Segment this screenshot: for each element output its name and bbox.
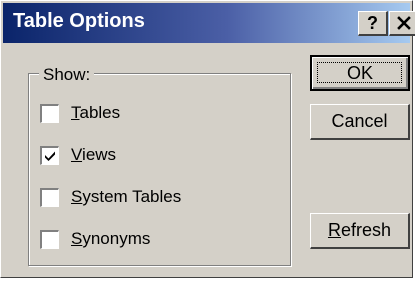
close-button[interactable] <box>389 11 415 36</box>
system-tables-label: System Tables <box>71 187 182 206</box>
close-icon <box>396 16 411 30</box>
ok-button[interactable]: OK <box>310 55 410 91</box>
tables-checkbox[interactable] <box>40 103 59 123</box>
synonyms-checkbox[interactable] <box>40 229 59 249</box>
tables-option[interactable]: Tables <box>40 101 120 125</box>
views-option[interactable]: Views <box>40 143 116 167</box>
checkmark-icon <box>45 151 55 161</box>
refresh-label: Refresh <box>327 220 392 240</box>
system-tables-option[interactable]: System Tables <box>40 185 181 209</box>
table-options-dialog: Table Options ? Show: Tables Views Syste… <box>0 0 415 278</box>
focus-ring <box>317 62 402 83</box>
help-button[interactable]: ? <box>358 11 388 36</box>
show-group-label: Show: <box>39 65 95 85</box>
title-bar[interactable]: Table Options ? <box>3 3 415 43</box>
cancel-label: Cancel <box>331 111 388 131</box>
views-checkbox[interactable] <box>40 145 59 165</box>
views-label: Views <box>71 145 117 164</box>
synonyms-option[interactable]: Synonyms <box>40 227 150 251</box>
system-tables-checkbox[interactable] <box>40 187 59 207</box>
refresh-button[interactable]: Refresh <box>310 213 410 249</box>
cancel-button[interactable]: Cancel <box>310 104 410 140</box>
synonyms-label: Synonyms <box>71 229 151 248</box>
dialog-title: Table Options <box>13 10 145 32</box>
tables-label: Tables <box>71 103 121 122</box>
